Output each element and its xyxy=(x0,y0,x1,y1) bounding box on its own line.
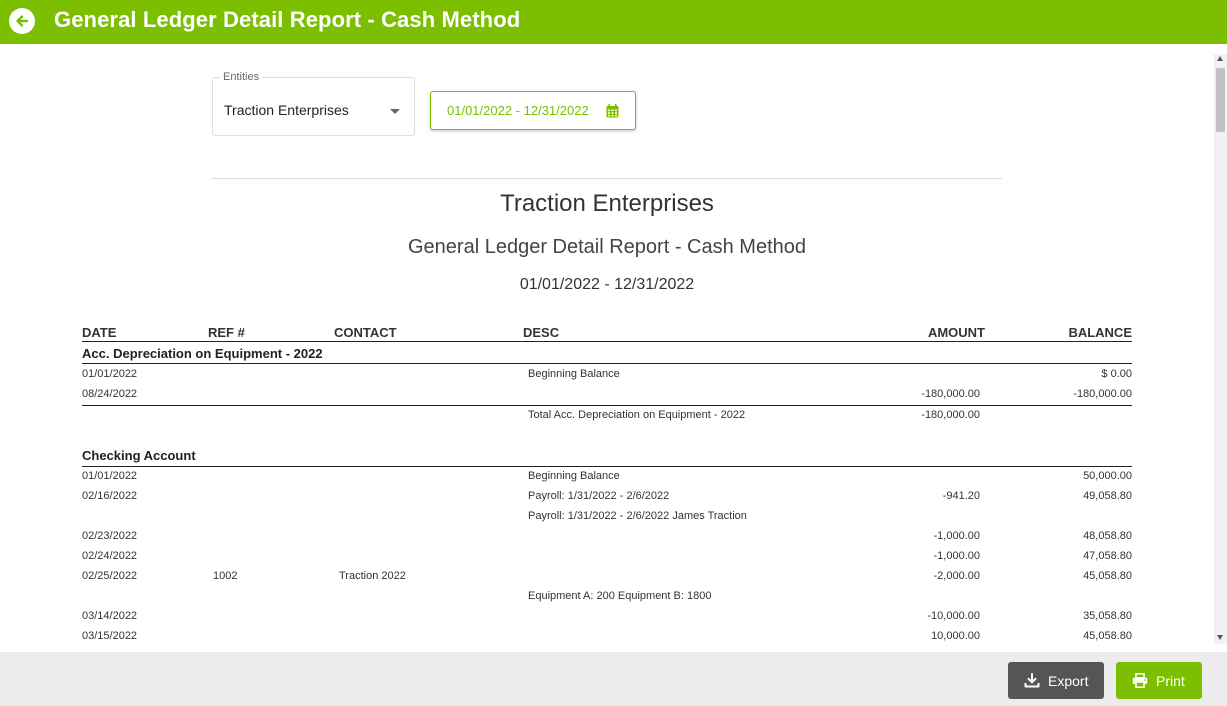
col-header-date: DATE xyxy=(82,325,117,340)
row-amount: -2,000.00 xyxy=(933,570,980,582)
print-button[interactable]: Print xyxy=(1116,662,1202,699)
entities-value[interactable]: Traction Enterprises xyxy=(224,102,349,118)
col-header-amount: AMOUNT xyxy=(927,325,985,340)
row-balance: -180,000.00 xyxy=(1073,388,1132,400)
row-amount: -10,000.00 xyxy=(927,610,980,622)
entities-label: Entities xyxy=(220,71,263,83)
row-amount: -180,000.00 xyxy=(921,388,980,400)
arrow-left-icon xyxy=(16,15,29,27)
scroll-down-arrow-icon[interactable] xyxy=(1217,635,1223,640)
report-content[interactable]: Entities Traction Enterprises 01/01/2022… xyxy=(0,44,1214,652)
export-button[interactable]: Export xyxy=(1008,662,1104,699)
row-date: 01/01/2022 xyxy=(82,368,138,380)
row-amount: -1,000.00 xyxy=(933,530,980,542)
report-title: General Ledger Detail Report - Cash Meth… xyxy=(408,236,806,258)
report-date-range: 01/01/2022 - 12/31/2022 xyxy=(519,276,695,293)
caret-down-icon[interactable] xyxy=(390,109,400,114)
row-date: 08/24/2022 xyxy=(82,388,138,400)
row-date: 01/01/2022 xyxy=(82,470,138,482)
row-desc: Beginning Balance xyxy=(528,470,620,482)
row-date: 02/16/2022 xyxy=(82,490,138,502)
col-header-desc: DESC xyxy=(523,325,560,340)
calendar-icon xyxy=(606,104,619,118)
printer-icon xyxy=(1132,673,1148,688)
col-header-balance: BALANCE xyxy=(1068,325,1132,340)
row-contact: Traction 2022 xyxy=(339,570,406,582)
row-amount: -1,000.00 xyxy=(933,550,980,562)
row-balance: 49,058.80 xyxy=(1083,490,1132,502)
date-range-label: 01/01/2022 - 12/31/2022 xyxy=(447,103,589,118)
total-rule xyxy=(82,405,1132,406)
row-amount: -941.20 xyxy=(942,490,980,502)
row-balance: 48,058.80 xyxy=(1083,530,1132,542)
report-entity: Traction Enterprises xyxy=(500,190,714,217)
print-label: Print xyxy=(1156,672,1185,689)
total-desc: Total Acc. Depreciation on Equipment - 2… xyxy=(528,409,746,421)
row-ref: 1002 xyxy=(213,570,238,582)
col-header-contact: CONTACT xyxy=(334,325,397,340)
vertical-scrollbar[interactable] xyxy=(1214,54,1227,644)
date-range-button[interactable]: 01/01/2022 - 12/31/2022 xyxy=(430,91,636,130)
row-balance: 50,000.00 xyxy=(1083,470,1132,482)
section-rule xyxy=(82,363,1132,364)
section-title: Checking Account xyxy=(82,448,196,463)
section-title: Acc. Depreciation on Equipment - 2022 xyxy=(82,346,323,361)
header-rule xyxy=(82,341,1132,342)
row-desc: Equipment A: 200 Equipment B: 1800 xyxy=(528,590,712,602)
export-label: Export xyxy=(1048,672,1089,689)
row-balance: 45,058.80 xyxy=(1083,630,1132,642)
row-balance: 45,058.80 xyxy=(1083,570,1132,582)
top-bar: General Ledger Detail Report - Cash Meth… xyxy=(0,0,1227,44)
row-desc: Payroll: 1/31/2022 - 2/6/2022 James Trac… xyxy=(528,510,747,522)
row-date: 02/25/2022 xyxy=(82,570,138,582)
download-icon xyxy=(1024,673,1040,688)
row-desc: Payroll: 1/31/2022 - 2/6/2022 xyxy=(528,490,670,502)
row-date: 03/15/2022 xyxy=(82,630,138,642)
scroll-up-arrow-icon[interactable] xyxy=(1217,56,1223,61)
row-balance: $ 0.00 xyxy=(1101,368,1132,380)
row-date: 02/24/2022 xyxy=(82,550,138,562)
back-button[interactable] xyxy=(9,8,35,34)
row-date: 02/23/2022 xyxy=(82,530,138,542)
divider xyxy=(211,178,1002,179)
page-title: General Ledger Detail Report - Cash Meth… xyxy=(54,7,521,32)
row-amount: 10,000.00 xyxy=(931,630,980,642)
row-date: 03/14/2022 xyxy=(82,610,138,622)
footer-bar: Export Print xyxy=(0,652,1227,706)
col-header-ref: REF # xyxy=(208,325,245,340)
row-desc: Beginning Balance xyxy=(528,368,620,380)
row-balance: 35,058.80 xyxy=(1083,610,1132,622)
row-balance: 47,058.80 xyxy=(1083,550,1132,562)
total-amount: -180,000.00 xyxy=(921,409,980,421)
section-rule xyxy=(82,466,1132,467)
scrollbar-thumb[interactable] xyxy=(1216,68,1225,132)
